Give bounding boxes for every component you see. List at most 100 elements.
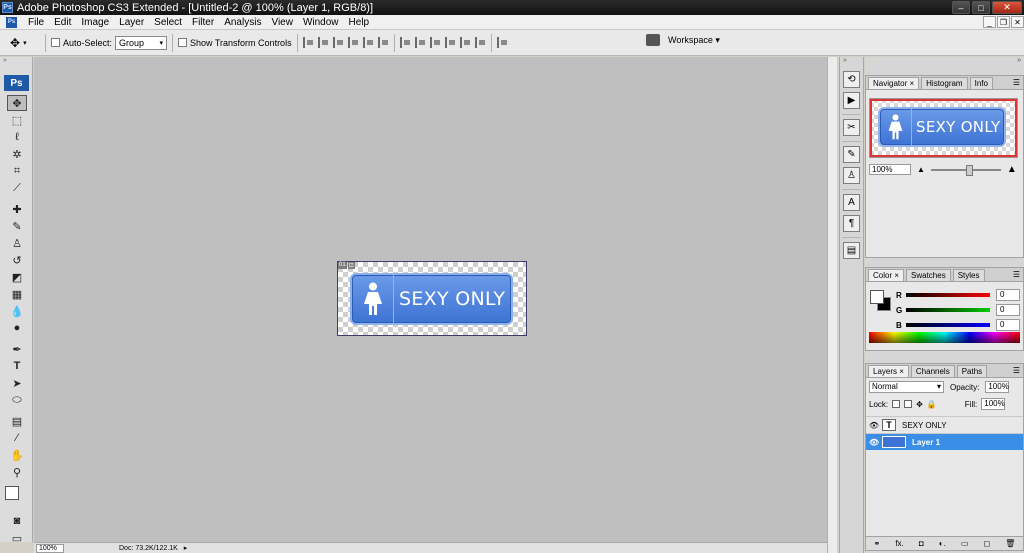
document-menu-icon[interactable]: Ps (6, 16, 17, 28)
visibility-eye-icon[interactable]: 👁 (868, 438, 880, 447)
doc-restore-button[interactable]: ❐ (997, 16, 1010, 28)
adjustment-layer-icon[interactable]: ◐. (939, 539, 946, 548)
visibility-eye-icon[interactable]: 👁 (868, 421, 880, 430)
view-proxy-box[interactable] (870, 99, 1017, 157)
shape-tool-icon[interactable]: ⬭ (7, 392, 27, 408)
auto-align-layers-icon[interactable] (496, 37, 508, 48)
doc-minimize-button[interactable]: _ (983, 16, 996, 28)
magic-wand-tool-icon[interactable]: ✲ (7, 146, 27, 162)
lock-position-icon[interactable]: ✥ (916, 400, 923, 409)
new-group-icon[interactable]: ▭ (961, 539, 969, 548)
pen-tool-icon[interactable]: ✒ (7, 341, 27, 357)
tab-histogram[interactable]: Histogram (921, 77, 968, 89)
type-tool-icon[interactable]: T (7, 358, 27, 374)
dodge-tool-icon[interactable]: ● (7, 320, 27, 336)
gradient-tool-icon[interactable]: ▦ (7, 286, 27, 302)
dock-grip[interactable]: » (840, 57, 863, 67)
clone-source-icon[interactable]: ♙ (843, 167, 860, 184)
distribute-left-icon[interactable] (444, 37, 456, 48)
vertical-scrollbar[interactable] (827, 57, 837, 553)
panel-menu-icon[interactable]: ☰ (1013, 366, 1020, 375)
zoom-level-field[interactable]: 100% (36, 543, 64, 553)
tab-layers[interactable]: Layers × (868, 365, 909, 377)
clone-stamp-tool-icon[interactable]: ♙ (7, 235, 27, 251)
lock-all-icon[interactable]: 🔒 (927, 400, 937, 409)
layer-row-text[interactable]: 👁 T SEXY ONLY (866, 416, 1023, 433)
doc-close-button[interactable]: ✕ (1011, 16, 1024, 28)
fill-field[interactable]: 100% (981, 398, 1006, 410)
panel-collapse-icon[interactable]: » (865, 57, 1024, 67)
character-panel-icon[interactable]: A (843, 194, 860, 211)
align-right-icon[interactable] (377, 37, 389, 48)
minimize-button[interactable]: – (952, 1, 970, 14)
lock-transparency-icon[interactable] (892, 400, 901, 408)
green-value[interactable]: 0 (996, 304, 1020, 316)
zoom-tool-icon[interactable]: ⚲ (7, 464, 27, 480)
distribute-right-icon[interactable] (474, 37, 486, 48)
align-top-icon[interactable] (302, 37, 314, 48)
foreground-color-swatch[interactable] (870, 290, 884, 304)
menu-select[interactable]: Select (149, 17, 187, 28)
align-bottom-icon[interactable] (332, 37, 344, 48)
zoom-slider[interactable] (930, 164, 1001, 176)
tool-presets-icon[interactable]: ✂ (843, 119, 860, 136)
link-layers-icon[interactable]: ⚭ (874, 539, 881, 548)
show-transform-checkbox[interactable]: Show Transform Controls (178, 38, 292, 48)
tool-preset-picker[interactable]: ✥ ▾ (10, 36, 40, 50)
status-menu-arrow-icon[interactable]: ▸ (184, 544, 188, 552)
quick-mask-icon[interactable]: ◙ (7, 513, 27, 529)
distribute-top-icon[interactable] (399, 37, 411, 48)
tab-paths[interactable]: Paths (956, 365, 988, 377)
history-panel-icon[interactable]: ⟲ (843, 71, 860, 88)
panel-grip[interactable]: » (0, 57, 32, 65)
slice-tool-icon[interactable]: ⟋ (7, 180, 27, 196)
crop-tool-icon[interactable]: ⌗ (7, 163, 27, 179)
align-vcenter-icon[interactable] (317, 37, 329, 48)
workspace-menu[interactable]: Workspace ▾ (668, 35, 720, 46)
blue-value[interactable]: 0 (996, 319, 1020, 331)
menu-window[interactable]: Window (298, 17, 344, 28)
tab-navigator[interactable]: Navigator × (868, 77, 920, 89)
paragraph-panel-icon[interactable]: ¶ (843, 215, 860, 232)
zoom-out-icon[interactable]: ▲ (917, 165, 925, 174)
layer-row-layer-1[interactable]: 👁 Layer 1 (866, 433, 1023, 450)
tab-color[interactable]: Color × (868, 269, 905, 281)
panel-menu-icon[interactable]: ☰ (1013, 270, 1020, 279)
new-layer-icon[interactable]: ◻ (984, 539, 991, 548)
photoshop-logo[interactable]: Ps (4, 75, 29, 91)
menu-image[interactable]: Image (76, 17, 114, 28)
menu-edit[interactable]: Edit (49, 17, 76, 28)
layer-comps-icon[interactable]: ▤ (843, 242, 860, 259)
tab-channels[interactable]: Channels (910, 365, 955, 377)
panel-menu-icon[interactable]: ☰ (1013, 78, 1020, 87)
distribute-hcenter-icon[interactable] (459, 37, 471, 48)
actions-panel-icon[interactable]: ▶ (843, 92, 860, 109)
menu-help[interactable]: Help (344, 17, 375, 28)
lock-image-icon[interactable] (904, 400, 913, 408)
foreground-color-swatch[interactable] (5, 486, 19, 500)
maximize-button[interactable]: □ (972, 1, 990, 14)
menu-view[interactable]: View (266, 17, 298, 28)
brushes-panel-icon[interactable]: ✎ (843, 146, 860, 163)
notes-tool-icon[interactable]: ▤ (7, 413, 27, 429)
align-hcenter-icon[interactable] (362, 37, 374, 48)
healing-brush-tool-icon[interactable]: ✚ (7, 201, 27, 217)
hand-tool-icon[interactable]: ✋ (7, 447, 27, 463)
menu-filter[interactable]: Filter (187, 17, 219, 28)
close-button[interactable]: ✕ (992, 1, 1022, 14)
path-selection-tool-icon[interactable]: ➤ (7, 375, 27, 391)
move-tool-icon[interactable]: ✥ (7, 95, 27, 111)
blur-tool-icon[interactable]: 💧 (7, 303, 27, 319)
blue-slider[interactable] (906, 323, 990, 327)
document-canvas[interactable]: 01 ⊡ SEXY ONLY (337, 261, 527, 336)
opacity-field[interactable]: 100% (985, 381, 1010, 393)
eyedropper-tool-icon[interactable]: ⁄ (7, 430, 27, 446)
blend-mode-dropdown[interactable]: Normal ▾ (869, 381, 944, 393)
distribute-bottom-icon[interactable] (429, 37, 441, 48)
tab-swatches[interactable]: Swatches (906, 269, 951, 281)
lasso-tool-icon[interactable]: ℓ (7, 129, 27, 145)
brush-tool-icon[interactable]: ✎ (7, 218, 27, 234)
trash-icon[interactable]: 🗑 (1005, 539, 1015, 548)
menu-analysis[interactable]: Analysis (219, 17, 266, 28)
tab-info[interactable]: Info (969, 77, 993, 89)
